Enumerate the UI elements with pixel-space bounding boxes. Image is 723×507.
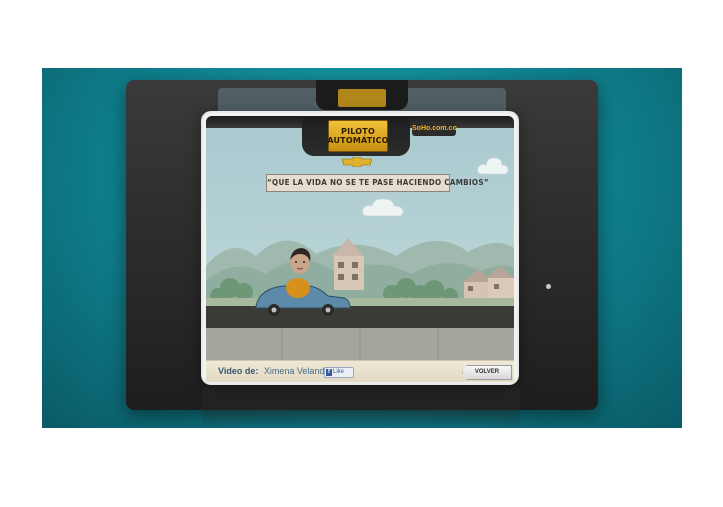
modal-reflection: [202, 386, 520, 428]
video-author: Ximena Velandia: [263, 366, 332, 376]
back-button[interactable]: VOLVER: [462, 365, 512, 380]
cloud-icon: [477, 157, 509, 175]
logo-line1: PILOTO: [341, 127, 375, 136]
background-logo: [316, 80, 408, 110]
video-modal: PILOTO AUTOMÁTICO SoHo.com.co “QUE LA VI…: [203, 113, 517, 383]
video-credit: Video de: Ximena Velandia: [218, 366, 331, 376]
video-credit-label: Video de:: [218, 366, 259, 376]
campaign-slogan: “QUE LA VIDA NO SE TE PASE HACIENDO CAMB…: [266, 174, 489, 192]
facebook-like-label: Like: [333, 369, 345, 375]
lightbox-overlay: PILOTO AUTOMÁTICO SoHo.com.co “QUE LA VI…: [42, 68, 682, 428]
video-footer: Video de: Ximena Velandia f Like VOLVER: [206, 360, 514, 382]
cloud-icon: [362, 198, 404, 217]
facebook-f-icon: f: [326, 369, 332, 376]
video-player[interactable]: PILOTO AUTOMÁTICO SoHo.com.co “QUE LA VI…: [206, 116, 514, 360]
soho-logo[interactable]: SoHo.com.co: [412, 122, 457, 136]
bowtie-icon: [342, 157, 372, 167]
facebook-like-button[interactable]: f Like: [324, 367, 354, 378]
logo-line2: AUTOMÁTICO: [327, 136, 389, 145]
piloto-automatico-logo: PILOTO AUTOMÁTICO: [327, 120, 389, 152]
decorative-dot: [546, 284, 551, 289]
